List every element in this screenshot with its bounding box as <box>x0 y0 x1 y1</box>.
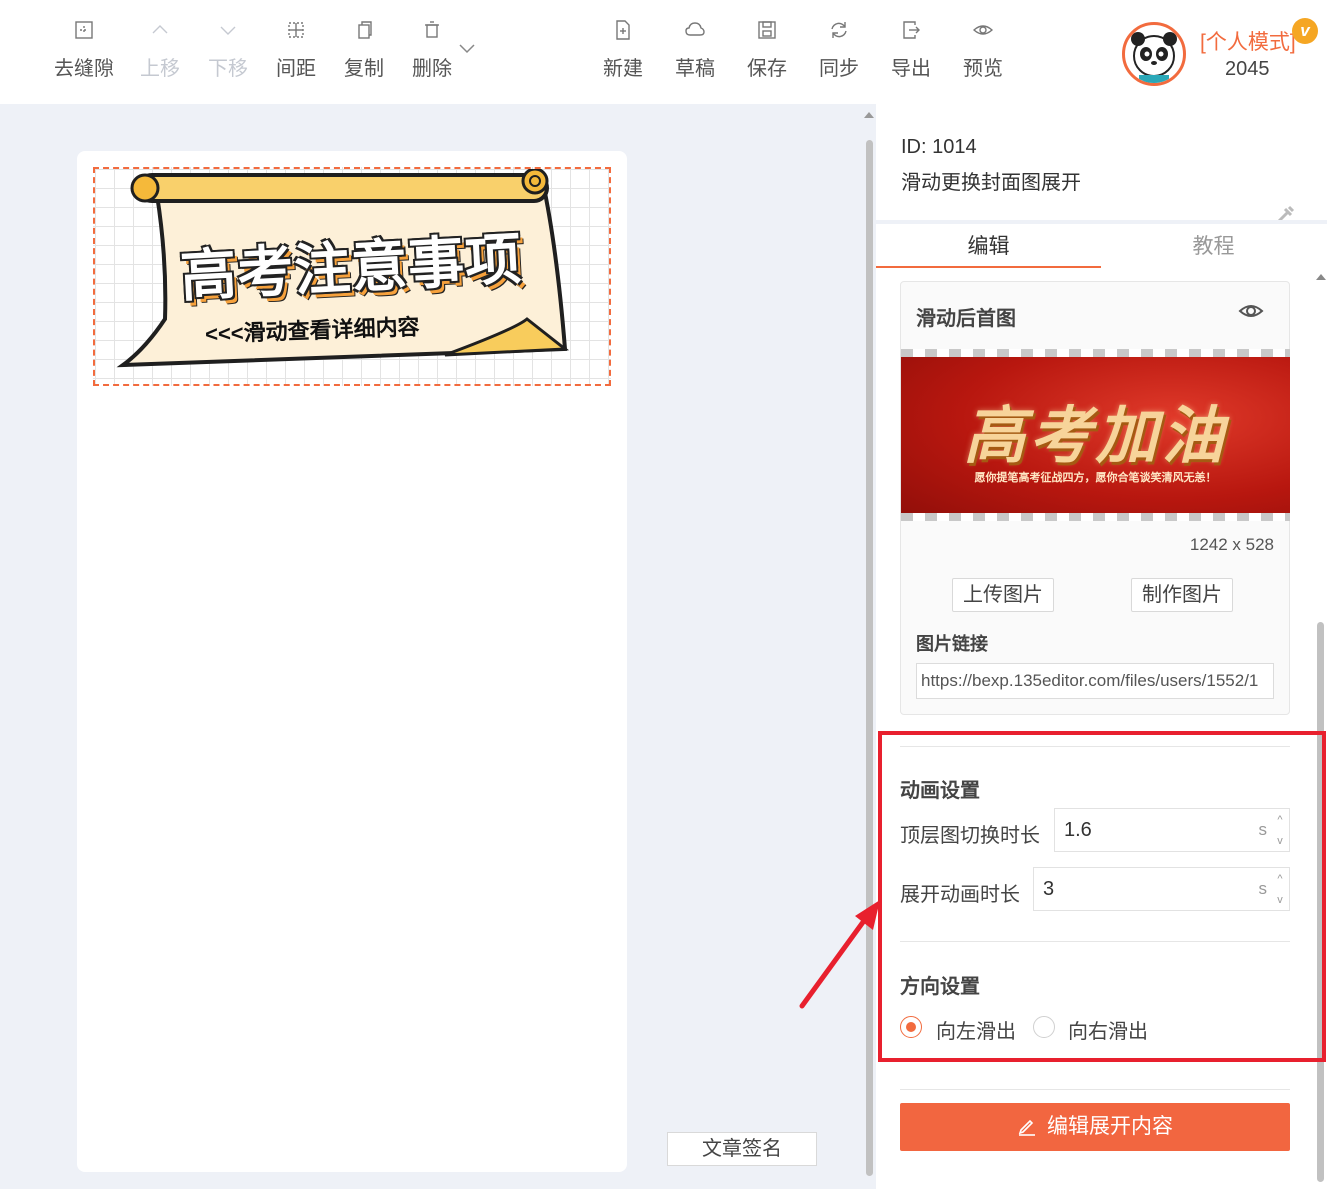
annotation-highlight-box <box>878 731 1326 1062</box>
spacing-button[interactable]: 间距 <box>261 20 331 81</box>
toolbar: 去缝隙 上移 下移 间距 复制 删除 新建 草稿 保存 同步 导出 预览 [个人… <box>0 0 1327 104</box>
divider <box>876 220 1327 224</box>
divider <box>900 1089 1290 1090</box>
image-size: 1242 x 528 <box>1189 535 1274 554</box>
remove-gap-button[interactable]: 去缝隙 <box>49 20 119 81</box>
gap-icon <box>49 20 119 48</box>
move-up-button[interactable]: 上移 <box>125 20 195 81</box>
article-signature-button[interactable]: 文章签名 <box>667 1132 817 1166</box>
vip-badge: v <box>1292 18 1318 44</box>
sync-icon <box>804 20 874 48</box>
film-stripe-top <box>901 349 1290 357</box>
mode-label[interactable]: [个人模式] <box>1200 26 1296 56</box>
edit-expand-content-button[interactable]: 编辑展开内容 <box>900 1103 1290 1151</box>
image-card: 滑动后首图 高考加油 愿你提笔高考征战四方，愿你合笔谈笑清风无恙！ 1242 x… <box>900 281 1290 715</box>
chevron-up-icon <box>125 20 195 48</box>
copy-icon <box>329 20 399 48</box>
move-down-button[interactable]: 下移 <box>193 20 263 81</box>
chevron-down-icon <box>459 44 475 54</box>
save-icon <box>732 20 802 48</box>
scroll-up-arrow[interactable] <box>864 112 874 118</box>
export-button[interactable]: 导出 <box>876 20 946 81</box>
article-canvas[interactable]: 高考注意事项 <<<滑动查看详细内容 <box>77 151 627 1172</box>
image-link-input[interactable]: https://bexp.135editor.com/files/users/1… <box>916 663 1274 699</box>
eye-icon[interactable] <box>1238 298 1264 324</box>
spacing-icon <box>261 20 331 48</box>
preview-image-title: 高考加油 <box>963 399 1228 472</box>
new-file-icon <box>588 20 658 48</box>
panda-avatar-icon <box>1131 32 1177 83</box>
new-button[interactable]: 新建 <box>588 20 658 81</box>
upload-image-button[interactable]: 上传图片 <box>952 578 1054 612</box>
trash-icon <box>397 20 467 48</box>
selected-banner-block[interactable]: 高考注意事项 <<<滑动查看详细内容 <box>93 167 611 386</box>
eye-icon <box>948 20 1018 48</box>
export-icon <box>876 20 946 48</box>
scrollbar-thumb[interactable] <box>866 140 873 1176</box>
template-name: 滑动更换封面图展开 <box>901 172 1081 194</box>
cloud-icon <box>660 20 730 48</box>
tab-edit[interactable]: 编辑 <box>876 230 1101 268</box>
delete-button[interactable]: 删除 <box>397 20 467 81</box>
film-stripe-bottom <box>901 513 1290 521</box>
avatar[interactable] <box>1122 22 1186 86</box>
pencil-icon <box>1018 1119 1035 1136</box>
make-image-button[interactable]: 制作图片 <box>1131 578 1233 612</box>
canvas-scrollbar[interactable] <box>863 108 875 1189</box>
copy-button[interactable]: 复制 <box>329 20 399 81</box>
more-dropdown[interactable] <box>458 40 478 60</box>
preview-image[interactable]: 高考加油 愿你提笔高考征战四方，愿你合笔谈笑清风无恙！ <box>901 349 1290 521</box>
sync-button[interactable]: 同步 <box>804 20 874 81</box>
save-button[interactable]: 保存 <box>732 20 802 81</box>
chevron-down-icon <box>193 20 263 48</box>
template-id: ID: 1014 <box>901 136 977 158</box>
preview-image-subtitle: 愿你提笔高考征战四方，愿你合笔谈笑清风无恙！ <box>974 472 1217 484</box>
scroll-up-arrow[interactable] <box>1316 274 1326 280</box>
tab-tutorial[interactable]: 教程 <box>1101 230 1326 268</box>
card-title: 滑动后首图 <box>916 308 1016 330</box>
preview-button[interactable]: 预览 <box>948 20 1018 81</box>
draft-button[interactable]: 草稿 <box>660 20 730 81</box>
image-link-label: 图片链接 <box>916 634 988 654</box>
user-number: 2045 <box>1225 58 1270 80</box>
